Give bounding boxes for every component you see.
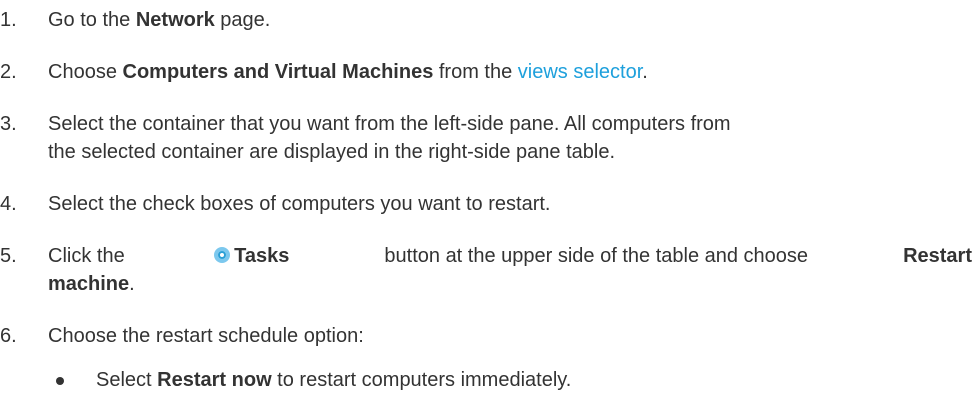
step-3-line-2: the selected container are displayed in … [48, 141, 616, 163]
tasks-icon [214, 247, 231, 263]
tasks-button-name: Tasks [234, 245, 290, 267]
step-6-text: Choose the restart schedule option: [48, 325, 364, 347]
step-number: 1. [0, 9, 17, 31]
view-name: Computers and Virtual Machines [122, 61, 434, 83]
restart-now-option: Restart now [157, 369, 272, 391]
step-number: 3. [0, 113, 17, 135]
network-page-name: Network [135, 9, 215, 31]
step-3-line-1: Select the container that you want from … [48, 113, 731, 135]
step-number: 2. [0, 61, 17, 83]
bullet-icon [56, 377, 64, 385]
restart-label-part-2: machine [48, 273, 130, 295]
step-number: 6. [0, 325, 17, 347]
step-number: 5. [0, 245, 17, 267]
restart-label-part-1: Restart [903, 245, 972, 267]
views-selector-link[interactable]: views selector [518, 61, 643, 83]
step-4-text: Select the check boxes of computers you … [48, 193, 551, 215]
step-number: 4. [0, 193, 17, 215]
